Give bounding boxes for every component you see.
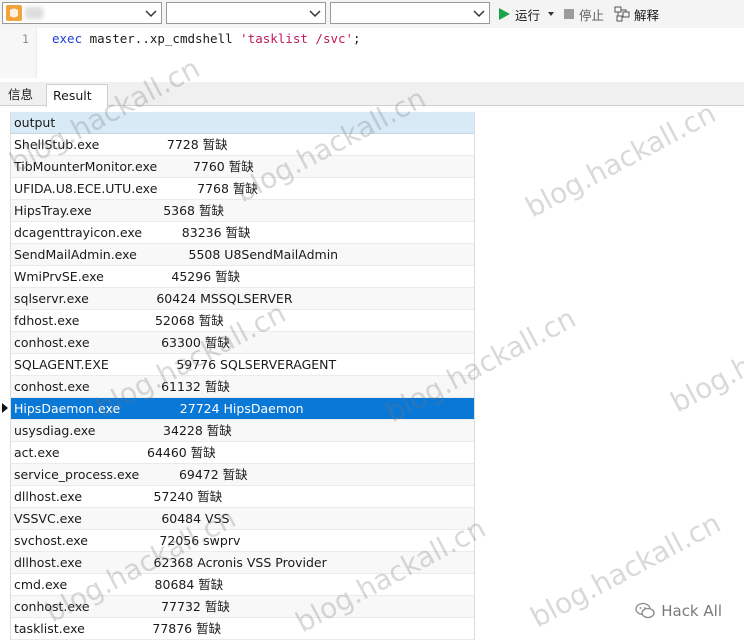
stop-button[interactable]: 停止 [563,4,604,24]
table-row[interactable]: service_process.exe 69472 暂缺 [11,464,474,486]
toolbar: 运行 停止 解释 [0,0,744,28]
code-end: ; [353,31,361,46]
sql-code-line[interactable]: exec master..xp_cmdshell 'tasklist /svc'… [52,31,361,46]
code-string: 'tasklist /svc' [240,31,354,46]
tab-info[interactable]: 信息 [2,84,39,106]
footer-watermark: Hack All [635,602,722,620]
table-row[interactable]: conhost.exe 61132 暂缺 [11,376,474,398]
run-button[interactable]: 运行 [498,4,556,24]
table-row[interactable]: act.exe 64460 暂缺 [11,442,474,464]
table-row[interactable]: SQLAGENT.EXE 59776 SQLSERVERAGENT [11,354,474,376]
table-row[interactable]: dllhost.exe 57240 暂缺 [11,486,474,508]
line-gutter: 1 [0,28,37,78]
table-row[interactable]: ShellStub.exe 7728 暂缺 [11,134,474,156]
play-icon [499,8,510,20]
connection-select[interactable] [2,2,162,24]
run-label: 运行 [515,7,541,23]
chevron-down-icon[interactable] [309,6,321,20]
table-row[interactable]: VSSVC.exe 60484 VSS [11,508,474,530]
wechat-icon [635,602,655,619]
table-row[interactable]: svchost.exe 72056 swprv [11,530,474,552]
footer-watermark-text: Hack All [661,602,722,620]
table-row[interactable]: UFIDA.U8.ECE.UTU.exe 7768 暂缺 [11,178,474,200]
sql-editor[interactable]: 1 exec master..xp_cmdshell 'tasklist /sv… [0,28,744,78]
schema-select[interactable] [330,2,490,24]
tab-result-1[interactable]: Result 1 [46,84,108,125]
column-header-output[interactable]: output [11,112,474,134]
table-row[interactable]: tasklist.exe 77876 暂缺 [11,618,474,640]
explain-icon [614,6,630,22]
stop-icon [564,9,574,19]
table-row[interactable]: fdhost.exe 52068 暂缺 [11,310,474,332]
table-row[interactable]: cmd.exe 80684 暂缺 [11,574,474,596]
table-row-selected[interactable]: HipsDaemon.exe 27724 HipsDaemon [11,398,474,420]
table-row[interactable]: SendMailAdmin.exe 5508 U8SendMailAdmin [11,244,474,266]
result-grid: output ShellStub.exe 7728 暂缺 TibMounterM… [10,112,475,640]
watermark: blog.hackall.cn [520,96,722,225]
code-plain: master..xp_cmdshell [82,31,241,46]
line-number: 1 [22,32,29,46]
redacted-text [25,7,43,19]
table-row[interactable]: TibMounterMonitor.exe 7760 暂缺 [11,156,474,178]
database-select[interactable] [166,2,326,24]
table-row[interactable]: dcagenttrayicon.exe 83236 暂缺 [11,222,474,244]
result-tabs: 信息 Result 1 [0,82,744,125]
table-row[interactable]: sqlservr.exe 60424 MSSQLSERVER [11,288,474,310]
chevron-down-icon[interactable] [145,6,157,20]
table-row[interactable]: dllhost.exe 62368 Acronis VSS Provider [11,552,474,574]
table-row[interactable]: conhost.exe 77732 暂缺 [11,596,474,618]
code-keyword: exec [52,31,83,46]
explain-label: 解释 [634,7,660,23]
watermark: blog.hackall.cn [665,291,744,420]
table-row[interactable]: conhost.exe 63300 暂缺 [11,332,474,354]
database-icon [6,5,22,21]
stop-label: 停止 [579,7,605,23]
chevron-down-icon[interactable] [473,6,485,20]
caret-down-icon[interactable] [546,9,556,19]
table-row[interactable]: WmiPrvSE.exe 45296 暂缺 [11,266,474,288]
grid-body: ShellStub.exe 7728 暂缺 TibMounterMonitor.… [11,134,474,640]
current-row-pointer-icon [2,403,8,413]
table-row[interactable]: usysdiag.exe 34228 暂缺 [11,420,474,442]
table-row[interactable]: HipsTray.exe 5368 暂缺 [11,200,474,222]
explain-button[interactable]: 解释 [614,4,659,24]
